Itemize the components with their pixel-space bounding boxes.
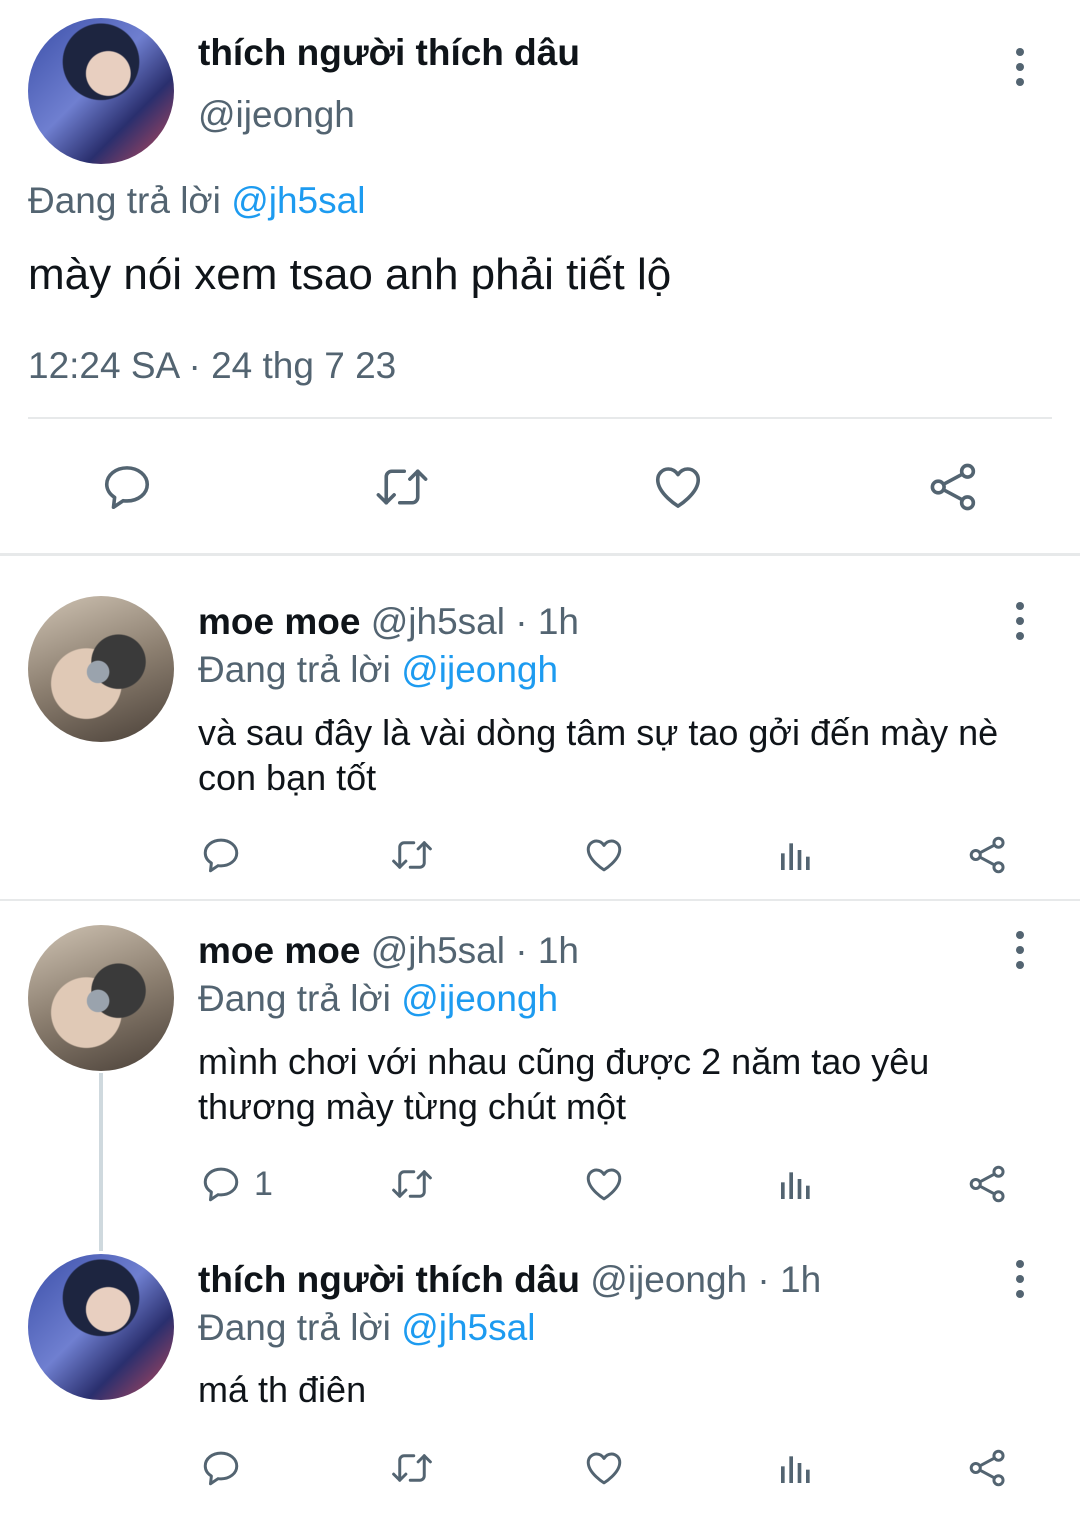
avatar[interactable] (28, 596, 174, 742)
avatar[interactable] (28, 925, 174, 1071)
share-icon (930, 463, 976, 511)
more-icon[interactable] (1000, 920, 1040, 980)
avatar[interactable] (28, 1254, 174, 1400)
reply-button[interactable] (100, 460, 154, 514)
more-icon[interactable] (1000, 1249, 1040, 1309)
like-button[interactable] (650, 460, 706, 514)
like-button[interactable] (582, 1163, 626, 1205)
main-display-name[interactable]: thích người thích dâu (198, 32, 580, 74)
retweet-button[interactable] (388, 834, 436, 876)
handle[interactable]: @jh5sal (371, 930, 505, 971)
reply-header: moe moe @jh5sal · 1h (198, 930, 579, 972)
reply-icon (203, 838, 239, 873)
like-icon (586, 1168, 622, 1201)
section-divider (0, 553, 1080, 556)
reply-button[interactable] (200, 1447, 242, 1489)
reply-header: moe moe @jh5sal · 1h (198, 601, 579, 643)
time[interactable]: · 1h (515, 601, 579, 642)
reply-icon (203, 1167, 239, 1202)
handle[interactable]: @jh5sal (371, 601, 505, 642)
reply-button[interactable]: 1 (200, 1163, 273, 1205)
reply-context: Đang trả lời @ijeongh (198, 649, 558, 691)
analytics-button[interactable] (776, 1447, 816, 1489)
handle[interactable]: @ijeongh (590, 1259, 747, 1300)
share-button[interactable] (926, 460, 982, 514)
reply-button[interactable] (200, 834, 242, 876)
retweet-button[interactable] (388, 1163, 436, 1205)
divider (28, 417, 1052, 419)
share-button[interactable] (966, 1163, 1010, 1205)
like-button[interactable] (582, 834, 626, 876)
retweet-icon (392, 1454, 432, 1482)
reply-count: 1 (254, 1164, 273, 1203)
more-icon[interactable] (1000, 591, 1040, 651)
reply-mention[interactable]: @jh5sal (401, 1307, 535, 1348)
retweet-button[interactable] (372, 460, 432, 514)
avatar[interactable] (28, 18, 174, 164)
display-name[interactable]: moe moe (198, 930, 360, 971)
main-handle[interactable]: @ijeongh (198, 94, 355, 136)
reply-header: thích người thích dâu @ijeongh · 1h (198, 1259, 821, 1301)
tweet-text: mày nói xem tsao anh phải tiết lộ (28, 250, 672, 299)
analytics-icon (781, 1172, 810, 1199)
reply-prefix: Đang trả lời (198, 978, 391, 1019)
thread-connector (99, 1073, 103, 1251)
display-name[interactable]: thích người thích dâu (198, 1259, 580, 1300)
reply-mention[interactable]: @ijeongh (401, 649, 558, 690)
more-icon[interactable] (1000, 37, 1040, 97)
reply-prefix: Đang trả lời (28, 180, 221, 221)
display-name[interactable]: moe moe (198, 601, 360, 642)
tweet-text: và sau đây là vài dòng tâm sự tao gởi đế… (198, 712, 999, 798)
reply-context: Đang trả lời @jh5sal (28, 180, 365, 222)
tweet-text: mình chơi với nhau cũng được 2 năm tao y… (198, 1041, 930, 1127)
analytics-icon (781, 1456, 810, 1483)
tweet-timestamp[interactable]: 12:24 SA · 24 thg 7 23 (28, 345, 396, 387)
time[interactable]: · 1h (515, 930, 579, 971)
share-icon (969, 836, 1005, 874)
reply-prefix: Đang trả lời (198, 649, 391, 690)
share-icon (969, 1165, 1005, 1203)
reply-mention[interactable]: @ijeongh (401, 978, 558, 1019)
reply-context: Đang trả lời @jh5sal (198, 1307, 535, 1349)
like-icon (586, 839, 622, 872)
retweet-icon (376, 469, 428, 505)
share-button[interactable] (966, 834, 1010, 876)
retweet-icon (392, 841, 432, 869)
retweet-button[interactable] (388, 1447, 436, 1489)
reply-prefix: Đang trả lời (198, 1307, 391, 1348)
share-icon (969, 1449, 1005, 1487)
analytics-icon (781, 843, 810, 870)
divider (0, 899, 1080, 901)
reply-icon (203, 1451, 239, 1486)
reply-icon (104, 466, 150, 510)
analytics-button[interactable] (776, 1163, 816, 1205)
like-button[interactable] (582, 1447, 626, 1489)
like-icon (586, 1452, 622, 1485)
analytics-button[interactable] (776, 834, 816, 876)
time[interactable]: · 1h (757, 1259, 821, 1300)
share-button[interactable] (966, 1447, 1010, 1489)
reply-mention[interactable]: @jh5sal (231, 180, 365, 221)
reply-context: Đang trả lời @ijeongh (198, 978, 558, 1020)
tweet-text: má th điên (198, 1369, 367, 1410)
retweet-icon (392, 1170, 432, 1198)
like-icon (655, 467, 701, 508)
